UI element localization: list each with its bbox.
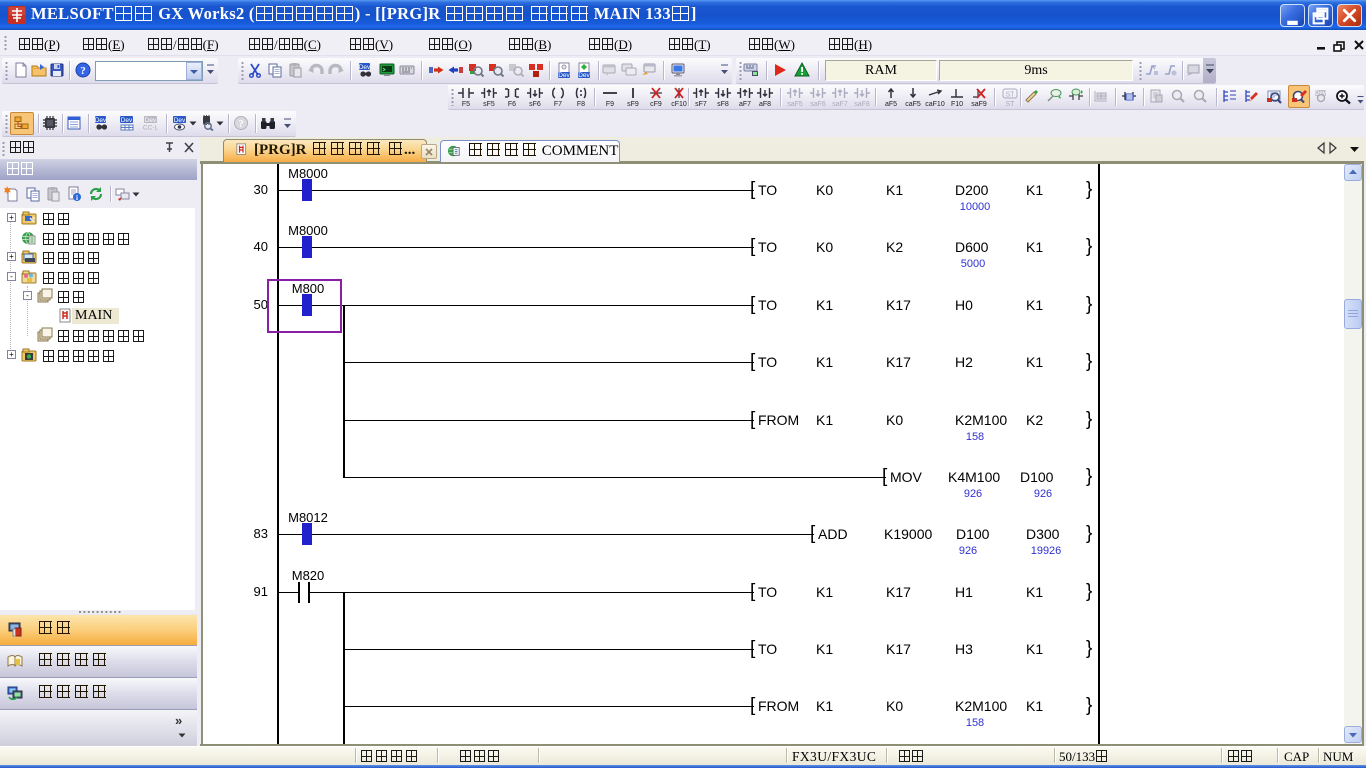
svg-text:?: ? (239, 119, 244, 130)
svg-text:Dev: Dev (578, 72, 590, 79)
svg-text:Dev: Dev (145, 117, 157, 124)
svg-text:Dev: Dev (95, 117, 107, 124)
svg-text:CC-L: CC-L (143, 125, 159, 132)
svg-text:Dev: Dev (174, 117, 186, 124)
svg-text:Dev: Dev (359, 64, 371, 71)
svg-text:?: ? (80, 65, 86, 77)
svg-text:Dev: Dev (558, 72, 570, 79)
svg-text:Dev: Dev (121, 117, 133, 124)
svg-text:ST: ST (1006, 92, 1016, 99)
svg-text:i: i (76, 194, 78, 202)
